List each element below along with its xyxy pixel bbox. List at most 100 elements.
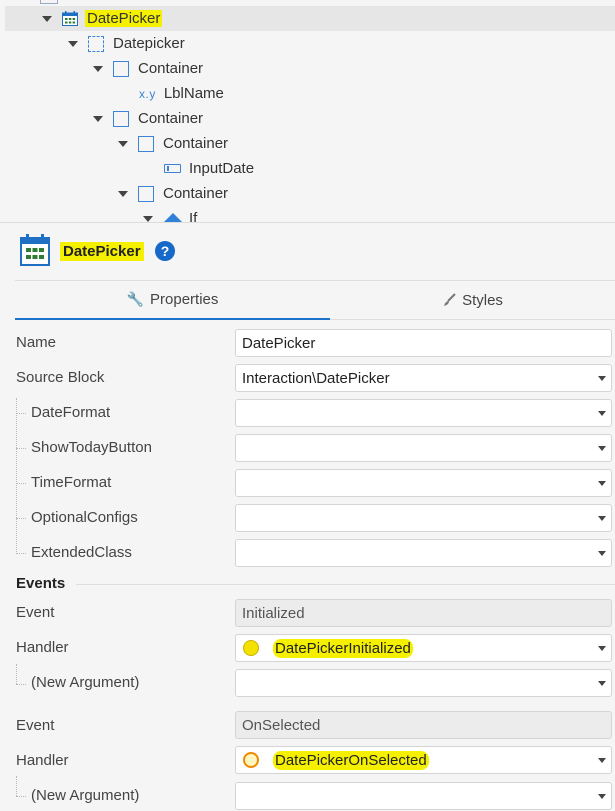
- source-block-select[interactable]: Interaction\DatePicker: [235, 364, 612, 392]
- handler-value: DatePickerInitialized: [273, 638, 413, 658]
- client-action-icon: [243, 640, 259, 656]
- tree-line: [16, 483, 26, 484]
- collapse-toggle-icon[interactable]: [93, 65, 103, 72]
- tree-line: [16, 553, 26, 554]
- tree-item-label: DatePicker: [85, 10, 163, 27]
- tree-item-container[interactable]: Container: [5, 106, 615, 131]
- event-value: OnSelected: [242, 716, 321, 734]
- expression-icon: x.y: [139, 86, 156, 101]
- collapse-toggle-icon[interactable]: [68, 40, 78, 47]
- source-block-value: Interaction\DatePicker: [242, 369, 390, 387]
- tree-item-container[interactable]: Container: [5, 56, 615, 81]
- divider: [76, 584, 615, 585]
- new-argument-select[interactable]: [235, 782, 612, 810]
- calendar-icon: [20, 234, 50, 266]
- wrench-icon: 🔧: [126, 291, 145, 307]
- help-icon[interactable]: ?: [155, 241, 175, 261]
- tree-line: [16, 413, 26, 414]
- tree-line: [16, 518, 26, 519]
- container-icon: [113, 60, 129, 77]
- collapse-toggle-icon[interactable]: [143, 215, 153, 222]
- calendar-icon: [62, 11, 78, 26]
- handler-select[interactable]: DatePickerOnSelected: [235, 746, 612, 774]
- collapse-toggle-icon[interactable]: [42, 15, 52, 22]
- name-label: Name: [16, 334, 57, 351]
- dropdown-caret-icon: [598, 376, 606, 381]
- dropdown-caret-icon: [598, 481, 606, 486]
- tree-item-label: LblName: [163, 85, 224, 102]
- collapse-toggle-icon[interactable]: [118, 190, 128, 197]
- tree-line: [16, 448, 26, 449]
- client-action-icon: [243, 752, 259, 768]
- show-today-label: ShowTodayButton: [31, 439, 152, 456]
- extended-class-label: ExtendedClass: [31, 544, 132, 561]
- handler-label: Handler: [16, 752, 69, 769]
- tree-item-inputdate[interactable]: InputDate: [5, 156, 615, 181]
- event-field: OnSelected: [235, 711, 612, 739]
- placeholder-dashed-icon: [88, 35, 104, 52]
- tree-line: [16, 684, 26, 685]
- date-format-select[interactable]: [235, 399, 612, 427]
- dropdown-caret-icon: [598, 794, 606, 799]
- dropdown-caret-icon: [598, 646, 606, 651]
- event-value: Initialized: [242, 604, 305, 622]
- container-icon: [138, 135, 154, 152]
- event-field: Initialized: [235, 599, 612, 627]
- tab-styles[interactable]: Styles: [330, 281, 615, 319]
- input-icon: [164, 164, 181, 173]
- dropdown-caret-icon: [598, 681, 606, 686]
- event-label: Event: [16, 604, 55, 621]
- tree-line: [16, 398, 17, 554]
- tree-line: [16, 796, 26, 797]
- tree-item-datepicker-block[interactable]: Datepicker: [5, 31, 615, 56]
- handler-select[interactable]: DatePickerInitialized: [235, 634, 612, 662]
- optional-configs-label: OptionalConfigs: [31, 509, 138, 526]
- brush-icon: [444, 293, 456, 306]
- new-argument-select[interactable]: [235, 669, 612, 697]
- tree-connector: [40, 0, 58, 4]
- tree-item-label: Datepicker: [113, 35, 185, 52]
- collapse-toggle-icon[interactable]: [93, 115, 103, 122]
- dropdown-caret-icon: [598, 411, 606, 416]
- name-field[interactable]: DatePicker: [235, 329, 612, 357]
- container-icon: [113, 110, 129, 127]
- event-label: Event: [16, 717, 55, 734]
- show-today-select[interactable]: [235, 434, 612, 462]
- events-heading: Events: [16, 575, 66, 592]
- element-title: DatePicker: [60, 242, 144, 261]
- tree-item-label: Container: [163, 135, 229, 152]
- tab-label: Styles: [462, 291, 503, 309]
- new-argument-label: (New Argument): [31, 674, 140, 691]
- handler-value: DatePickerOnSelected: [273, 750, 429, 770]
- tree-item-datepicker[interactable]: DatePicker: [5, 6, 615, 31]
- properties-header: DatePicker ?: [0, 222, 615, 280]
- extended-class-select[interactable]: [235, 539, 612, 567]
- properties-tabs: 🔧 Properties Styles: [15, 280, 615, 320]
- tree-item-label: InputDate: [189, 160, 255, 177]
- optional-configs-select[interactable]: [235, 504, 612, 532]
- time-format-label: TimeFormat: [31, 474, 112, 491]
- tree-item-label: Container: [163, 185, 229, 202]
- tree-item-label: Container: [138, 110, 204, 127]
- tree-item-lblname[interactable]: x.y LblName: [5, 81, 615, 106]
- widget-tree: DatePicker Datepicker Container x.y LblN…: [0, 0, 615, 223]
- tree-line: [16, 664, 17, 684]
- collapse-toggle-icon[interactable]: [118, 140, 128, 147]
- tab-label: Properties: [150, 291, 219, 308]
- dropdown-caret-icon: [598, 758, 606, 763]
- handler-label: Handler: [16, 639, 69, 656]
- name-value: DatePicker: [242, 334, 316, 352]
- source-block-label: Source Block: [16, 369, 105, 386]
- tab-properties[interactable]: 🔧 Properties: [15, 281, 330, 320]
- container-icon: [138, 185, 154, 202]
- date-format-label: DateFormat: [31, 404, 111, 421]
- dropdown-caret-icon: [598, 446, 606, 451]
- tree-line: [16, 776, 17, 796]
- time-format-select[interactable]: [235, 469, 612, 497]
- tree-item-container[interactable]: Container: [5, 131, 615, 156]
- dropdown-caret-icon: [598, 516, 606, 521]
- tree-item-container[interactable]: Container: [5, 181, 615, 206]
- tree-item-if[interactable]: If: [5, 206, 615, 222]
- tree-item-label: Container: [138, 60, 204, 77]
- new-argument-label: (New Argument): [31, 787, 140, 804]
